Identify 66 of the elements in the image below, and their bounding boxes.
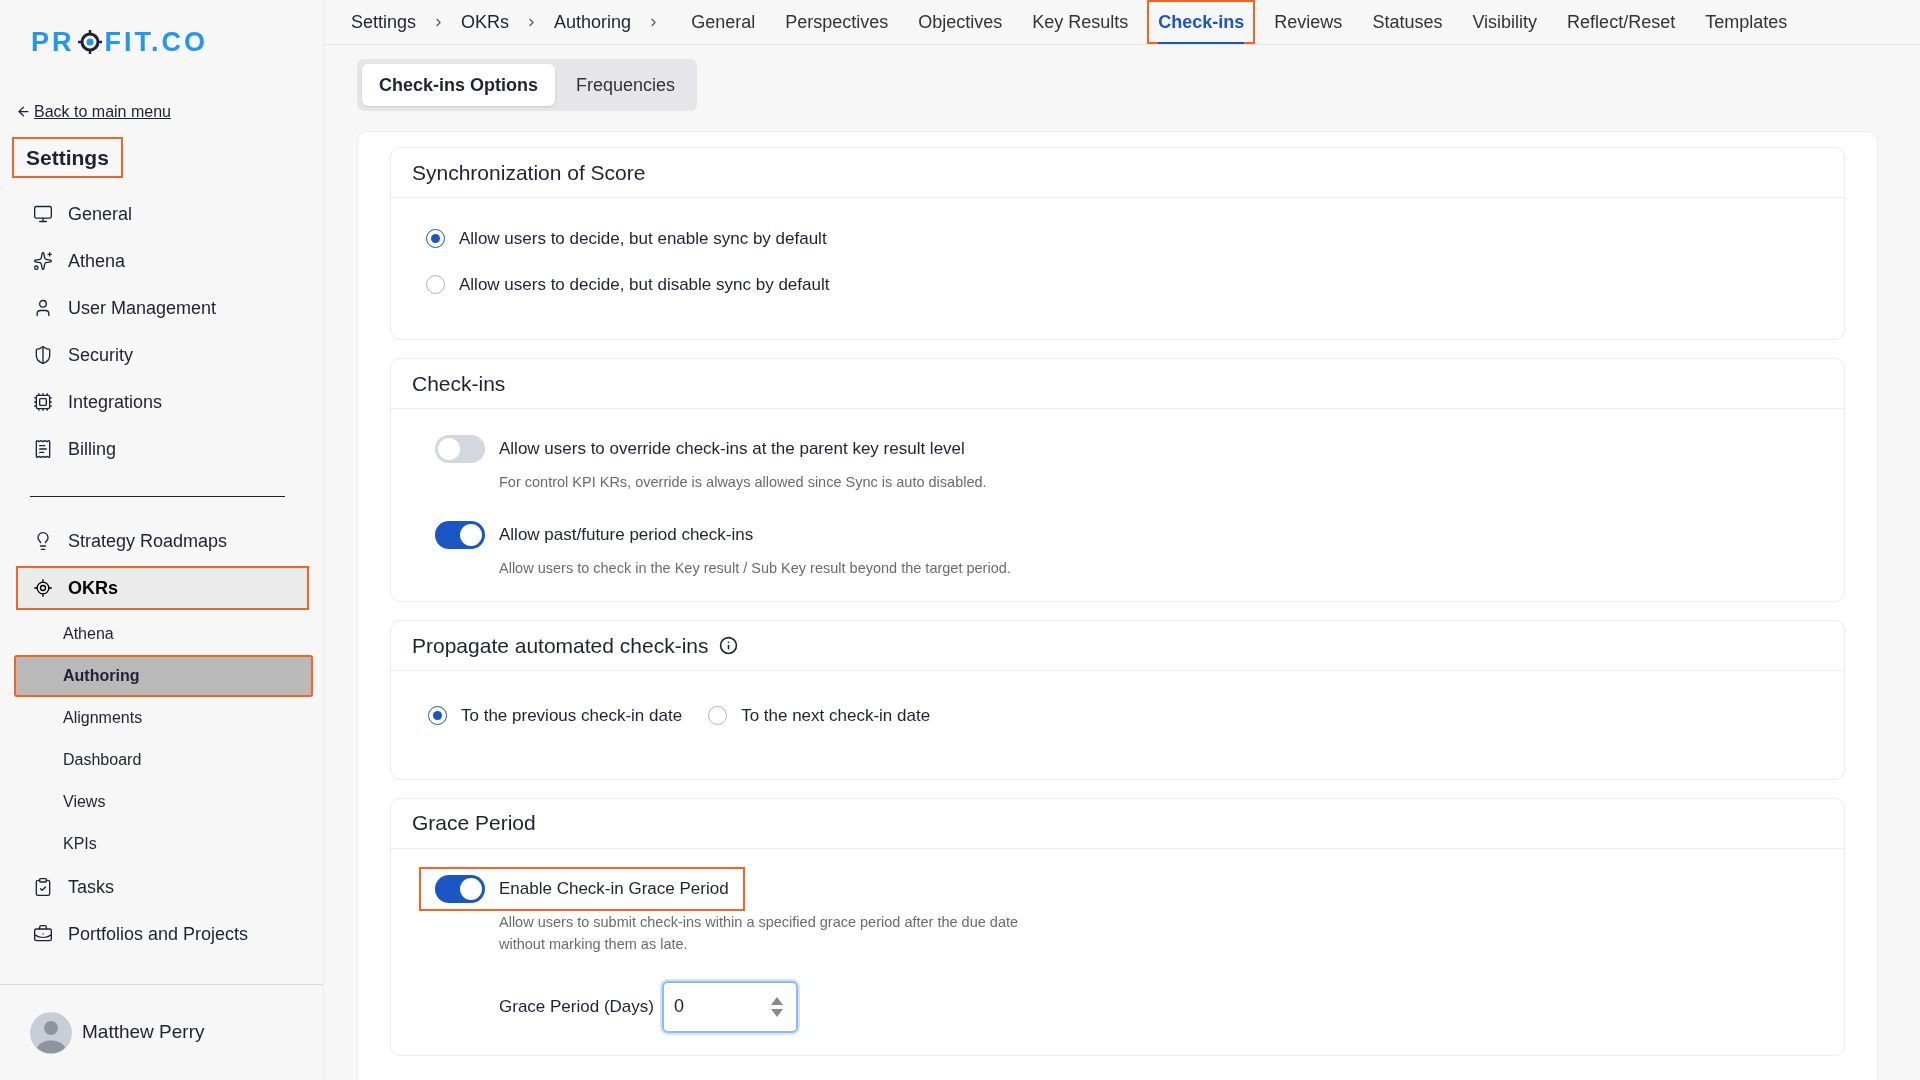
breadcrumb-link[interactable]: Settings [351,8,417,36]
sidebar-item[interactable]: Tasks [16,865,309,909]
sidebar-item[interactable]: Billing [16,427,307,471]
sidebar-subitem[interactable]: KPIs [14,823,313,865]
radio-label: Allow users to decide, but enable sync by default [459,228,827,250]
user-name: Matthew Perry [82,1020,205,1045]
sidebar-subitem[interactable]: Athena [14,613,313,655]
sidebar-item[interactable]: Strategy Roadmaps [16,519,309,563]
toggle-switch[interactable] [435,874,485,903]
sidebar-item[interactable]: OKRs [16,566,309,610]
sidebar-item[interactable]: Integrations [16,380,307,424]
radio-label: To the previous check-in date [461,705,683,727]
nav-tab[interactable]: Statuses [1361,0,1454,44]
monitor-icon [33,204,53,224]
sidebar-subitem[interactable]: Dashboard [14,739,313,781]
avatar-silhouette-icon [30,1011,72,1054]
radio-button[interactable] [426,274,445,294]
nav-tab[interactable]: Key Results [1021,0,1140,44]
sidebar-item[interactable]: General [16,192,307,236]
back-link[interactable]: Back to main menu [16,99,171,124]
toggle-description: For control KPI KRs, override is always allowed since Sync is auto disabled. [499,473,988,492]
card-title: Synchronization of Score [412,159,646,186]
sidebar-item[interactable]: Portfolios and Projects [16,912,309,956]
sidebar-subitem[interactable]: Authoring [14,655,313,697]
toggle-label: Allow users to override check-ins at the parent key result level [499,438,965,461]
nav-tab[interactable]: Visibility [1461,0,1549,44]
sidebar-item[interactable]: Athena [16,239,307,283]
radio-button[interactable] [708,706,728,726]
card-title: Grace Period [412,810,536,837]
chip-icon [33,392,53,412]
nav-tab[interactable]: Templates [1694,0,1799,44]
nav-tab[interactable]: Perspectives [774,0,900,44]
sidebar-subitem[interactable]: Views [14,781,313,823]
nav-tab[interactable]: Objectives [907,0,1014,44]
toggle-label: Allow past/future period check-ins [499,524,754,547]
sidebar-title: Settings [12,136,123,178]
toggle-description: Allow users to check in the Key result / Sub Key result beyond the target period. [499,559,1012,578]
nav-tab[interactable]: General [680,0,767,44]
toggle-switch[interactable] [435,521,485,549]
subtab[interactable]: Frequencies [559,64,693,106]
sidebar-subitem[interactable]: Alignments [14,697,313,739]
sidebar-item[interactable]: Security [16,333,307,377]
field-label: Grace Period (Days) [499,995,654,1018]
receipt-icon [33,439,53,459]
radio-label: To the next check-in date [741,705,931,727]
briefcase-icon [33,924,53,944]
radio-label: Allow users to decide, but disable sync by default [459,273,830,296]
info-icon[interactable] [718,636,738,655]
crosshair-icon [33,578,53,598]
breadcrumb-link[interactable]: OKRs [461,8,510,36]
toggle-description: Allow users to submit check-ins within a specified grace period after the due date without marking them as late. [499,912,1020,954]
toggle-switch[interactable] [435,435,485,463]
shield-icon [33,345,53,365]
number-field[interactable]: 0 [661,980,798,1033]
subtab[interactable]: Check-ins Options [362,64,556,106]
card-title: Propagate automated check-ins [412,632,709,659]
toggle-label: Enable Check-in Grace Period [499,877,729,900]
card-title: Check-ins [412,370,506,397]
nav-tab[interactable]: Check-ins [1147,0,1256,44]
sparkles-icon [33,251,53,271]
breadcrumb-link[interactable]: Authoring [554,8,632,36]
nav-tab[interactable]: Reviews [1263,0,1354,44]
nav-tab[interactable]: Reflect/Reset [1556,0,1687,44]
clipboard-check-icon [33,877,53,897]
crosshair-logo-icon [76,29,103,56]
sidebar-item[interactable]: User Management [16,286,307,330]
